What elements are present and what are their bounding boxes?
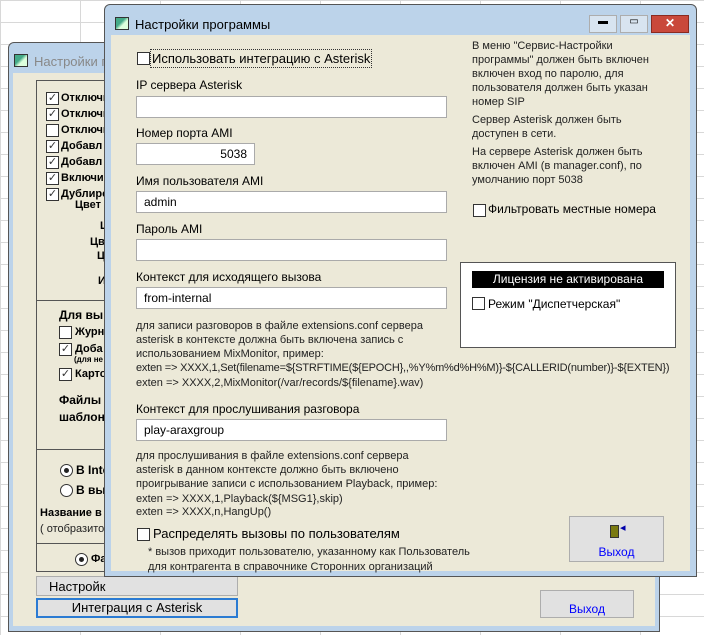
filter-local-checkbox[interactable] [473, 204, 486, 217]
app-icon [14, 54, 28, 67]
out-context-label: Контекст для исходящего вызова [136, 270, 322, 284]
radio-bottom[interactable] [75, 553, 88, 566]
back-exit-button[interactable]: Выход [540, 590, 634, 618]
help-text: для прослушивания в файле extensions.con… [136, 450, 409, 462]
info-text: Сервер Asterisk должен быть [472, 114, 622, 126]
exit-door-icon [610, 525, 619, 538]
back-option-label: Отключи [61, 124, 110, 136]
help-text: для записи разговоров в файле extensions… [136, 320, 423, 332]
back-option-checkbox[interactable]: ✓ [46, 140, 59, 153]
info-text: умолчанию порт 5038 [472, 174, 583, 186]
user-input[interactable]: admin [136, 191, 447, 213]
section-title: Для вы [59, 308, 104, 322]
port-label: Номер порта AMI [136, 126, 233, 140]
use-integration-checkbox[interactable] [137, 52, 150, 65]
info-text: На сервере Asterisk должен быть [472, 146, 643, 158]
dispatcher-mode-label[interactable]: Режим "Диспетчерская" [488, 297, 620, 311]
dispatcher-mode-checkbox[interactable] [472, 297, 485, 310]
info-text: программы" должен быть включен [472, 54, 649, 66]
filter-local-label[interactable]: Фильтровать местные номера [488, 202, 656, 216]
back-option-checkbox[interactable]: ✓ [46, 188, 59, 201]
settings-button[interactable]: Настройк [36, 576, 238, 596]
app-icon [115, 17, 129, 30]
info-text: номер SIP [472, 96, 525, 108]
button-label: Настройк [49, 579, 106, 594]
radio-label: В вы [76, 483, 106, 497]
back-label: Цв [90, 236, 105, 248]
info-text: включен AMI (в manager.conf), по [472, 160, 642, 172]
ip-input[interactable] [136, 96, 447, 118]
asterisk-integration-button[interactable]: Интеграция с Asterisk [36, 598, 238, 618]
checkbox-label: Доба [75, 343, 103, 355]
help-text: asterisk в данном контексте должно быть … [136, 464, 399, 476]
help-text: asterisk в контексте должна быть включен… [136, 334, 404, 346]
back-option-label: Отключи [61, 108, 110, 120]
files-label: шаблон [59, 410, 105, 424]
note: (для не [74, 355, 103, 364]
window-title: Настройки п [34, 54, 109, 69]
license-status: Лицензия не активирована [472, 271, 664, 288]
back-option-label: Добавл [61, 140, 103, 152]
button-label: Выход [598, 545, 635, 559]
distribute-checkbox[interactable] [137, 528, 150, 541]
card-checkbox[interactable]: ✓ [59, 368, 72, 381]
info-text: В меню "Сервис-Настройки [472, 40, 613, 52]
example-text: exten => XXXX,1,Playback(${MSG1},skip) [136, 493, 343, 505]
user-label: Имя пользователя AMI [136, 174, 264, 188]
back-option-checkbox[interactable]: ✓ [46, 156, 59, 169]
info-text: доступен в сети. [472, 128, 557, 140]
help-text: проигрывание записи с использованием Pla… [136, 478, 438, 490]
listen-context-input[interactable]: play-araxgroup [136, 419, 447, 441]
name-note: ( отобразито [40, 523, 105, 535]
back-option-label: Отключи [61, 92, 110, 104]
button-label: Выход [569, 602, 605, 616]
checkbox-label: Карто [75, 368, 107, 380]
distribute-label[interactable]: Распределять вызовы по пользователям [153, 526, 400, 541]
back-option-label: Добавл [61, 156, 103, 168]
radio-other[interactable] [60, 484, 73, 497]
example-text: exten => XXXX,1,Set(filename=${STRFTIME(… [136, 362, 670, 374]
example-text: exten => XXXX,n,HangUp() [136, 506, 272, 518]
port-input[interactable]: 5038 [136, 143, 255, 165]
back-label: Цвет [75, 199, 102, 211]
checkbox-label: Журн [75, 326, 105, 338]
back-option-label: Включит [61, 172, 110, 184]
info-text: включен вход по паролю, для [472, 68, 624, 80]
maximize-button[interactable]: ▭ [620, 15, 648, 33]
back-option-checkbox[interactable]: ✓ [46, 108, 59, 121]
radio-internet[interactable] [60, 464, 73, 477]
back-option-checkbox[interactable]: ✓ [46, 172, 59, 185]
info-text: пользователя должен быть указан [472, 82, 648, 94]
minimize-button[interactable]: ▬ [589, 15, 617, 33]
example-text: exten => XXXX,2,MixMonitor(/var/records/… [136, 377, 424, 389]
back-option-checkbox[interactable]: ✓ [46, 92, 59, 105]
password-input[interactable] [136, 239, 447, 261]
listen-context-label: Контекст для прослушивания разговора [136, 402, 360, 416]
exit-button[interactable]: ◂ Выход [569, 516, 664, 562]
close-button[interactable]: ✕ [651, 15, 689, 33]
back-option-checkbox[interactable] [46, 124, 59, 137]
ip-label: IP сервера Asterisk [136, 78, 243, 92]
files-label: Файлы [59, 393, 102, 407]
journal-checkbox[interactable] [59, 326, 72, 339]
out-context-input[interactable]: from-internal [136, 287, 447, 309]
add-checkbox[interactable]: ✓ [59, 343, 72, 356]
help-text: использованием MixMonitor, пример: [136, 348, 324, 360]
note-text: * вызов приходит пользователю, указанном… [148, 546, 470, 558]
exit-arrow-icon: ◂ [620, 522, 626, 534]
use-integration-label[interactable]: Использовать интеграцию с Asterisk [150, 49, 373, 68]
note-text: для контрагента в справочнике Сторонних … [148, 561, 433, 573]
password-label: Пароль AMI [136, 222, 203, 236]
window-title: Настройки программы [135, 17, 271, 32]
name-label: Название в [40, 507, 102, 519]
